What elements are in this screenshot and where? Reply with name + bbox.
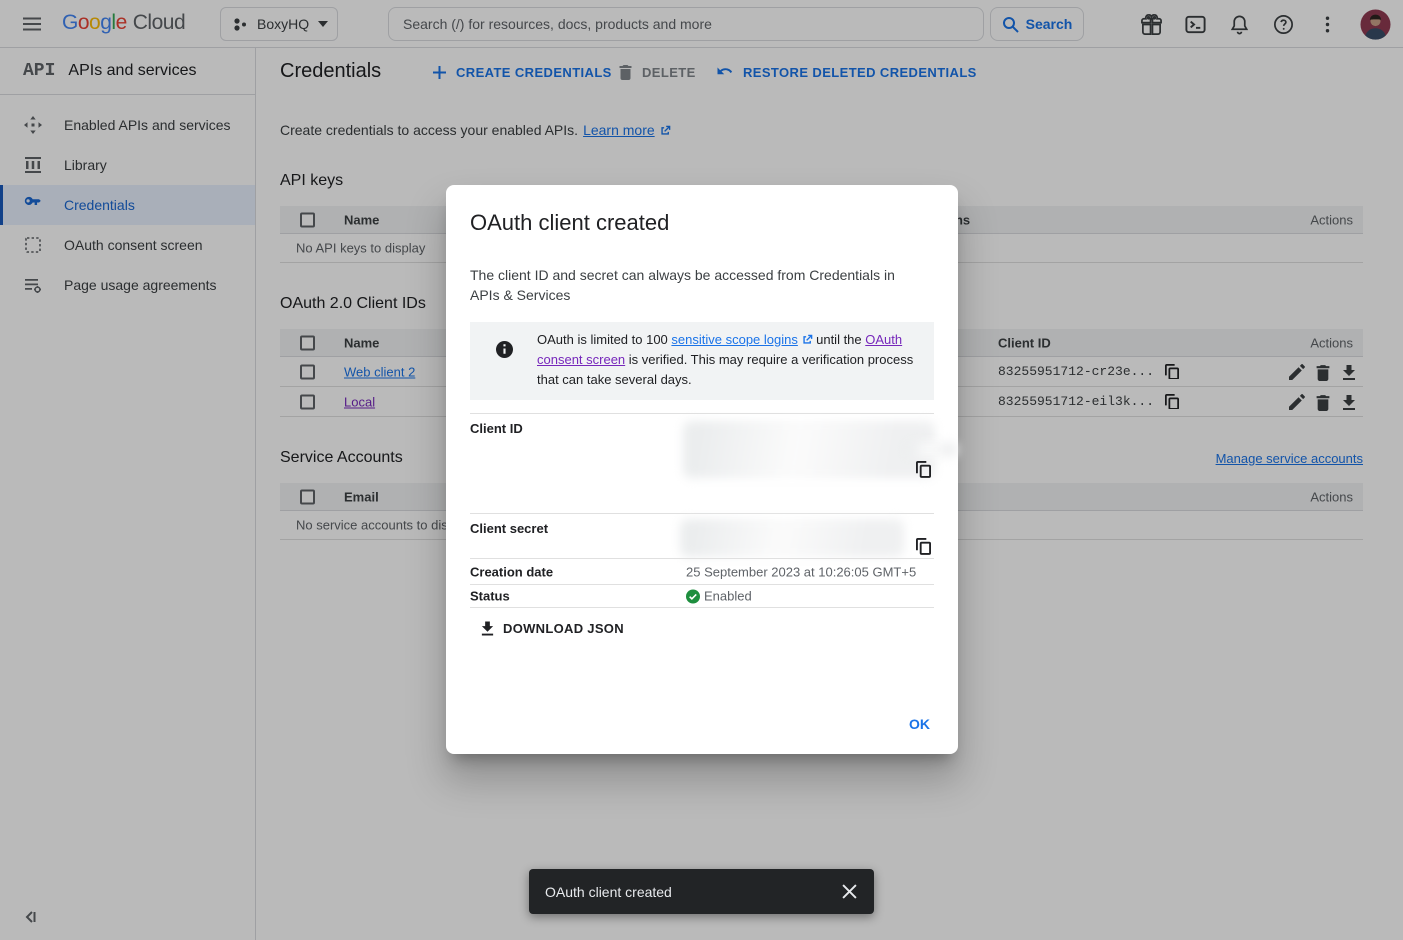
status-value: Enabled [704,589,752,604]
check-circle-icon [686,589,700,603]
dialog-description: The client ID and secret can always be a… [470,265,918,305]
dialog-title: OAuth client created [470,210,669,236]
redacted-client-id [683,421,935,478]
spacer-row [470,483,934,513]
client-id-row: Client ID [470,413,934,483]
copy-icon[interactable] [916,538,931,555]
notice-banner: OAuth is limited to 100 sensitive scope … [470,322,934,400]
creation-date-value: 25 September 2023 at 10:26:05 GMT+5 [686,564,916,579]
copy-icon[interactable] [916,461,931,478]
redacted-client-id [906,442,958,457]
creation-date-row: Creation date 25 September 2023 at 10:26… [470,558,934,584]
client-secret-row: Client secret [470,513,934,558]
status-row: Status Enabled [470,584,934,608]
status-label: Status [470,589,510,604]
creation-date-label: Creation date [470,564,553,579]
notice-text: OAuth is limited to 100 sensitive scope … [537,330,921,390]
toast-message: OAuth client created [545,884,830,900]
toast-snackbar: OAuth client created [529,869,874,914]
client-id-label: Client ID [470,421,523,436]
oauth-client-created-dialog: OAuth client created The client ID and s… [446,185,958,754]
info-icon [496,341,513,358]
sensitive-scope-logins-link[interactable]: sensitive scope logins [671,332,797,347]
redacted-client-secret [680,519,904,557]
download-json-button[interactable]: DOWNLOAD JSON [480,615,624,641]
external-link-icon [802,334,813,345]
download-icon [480,620,495,636]
ok-button[interactable]: OK [909,716,930,732]
close-icon[interactable] [830,873,868,911]
client-secret-label: Client secret [470,521,548,536]
